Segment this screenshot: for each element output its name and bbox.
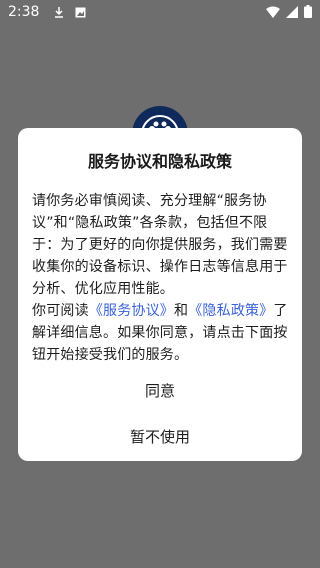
privacy-policy-link[interactable]: 《隐私政策》 <box>188 303 273 319</box>
dialog-body-text-2: 你可阅读 <box>32 303 89 319</box>
dialog-body: 请你务必审慎阅读、充分理解“服务协议”和“隐私政策”各条款，包括但不限于：为了更… <box>32 190 288 366</box>
privacy-dialog: 服务协议和隐私政策 请你务必审慎阅读、充分理解“服务协议”和“隐私政策”各条款，… <box>18 128 302 461</box>
agree-button[interactable]: 同意 <box>18 368 302 414</box>
dialog-body-text: 请你务必审慎阅读、充分理解“服务协议”和“隐私政策”各条款，包括但不限于：为了更… <box>32 193 288 297</box>
wifi-icon <box>266 3 280 22</box>
decline-button[interactable]: 暂不使用 <box>18 414 302 460</box>
photo-icon <box>75 3 86 22</box>
service-agreement-link[interactable]: 《服务协议》 <box>89 303 174 319</box>
signal-icon <box>286 3 298 22</box>
status-time: 2:38 <box>8 4 40 20</box>
status-bar: 2:38 <box>0 0 320 24</box>
battery-icon <box>304 3 312 22</box>
dialog-title: 服务协议和隐私政策 <box>87 152 232 171</box>
download-icon <box>53 3 65 22</box>
dialog-body-and: 和 <box>174 303 189 319</box>
